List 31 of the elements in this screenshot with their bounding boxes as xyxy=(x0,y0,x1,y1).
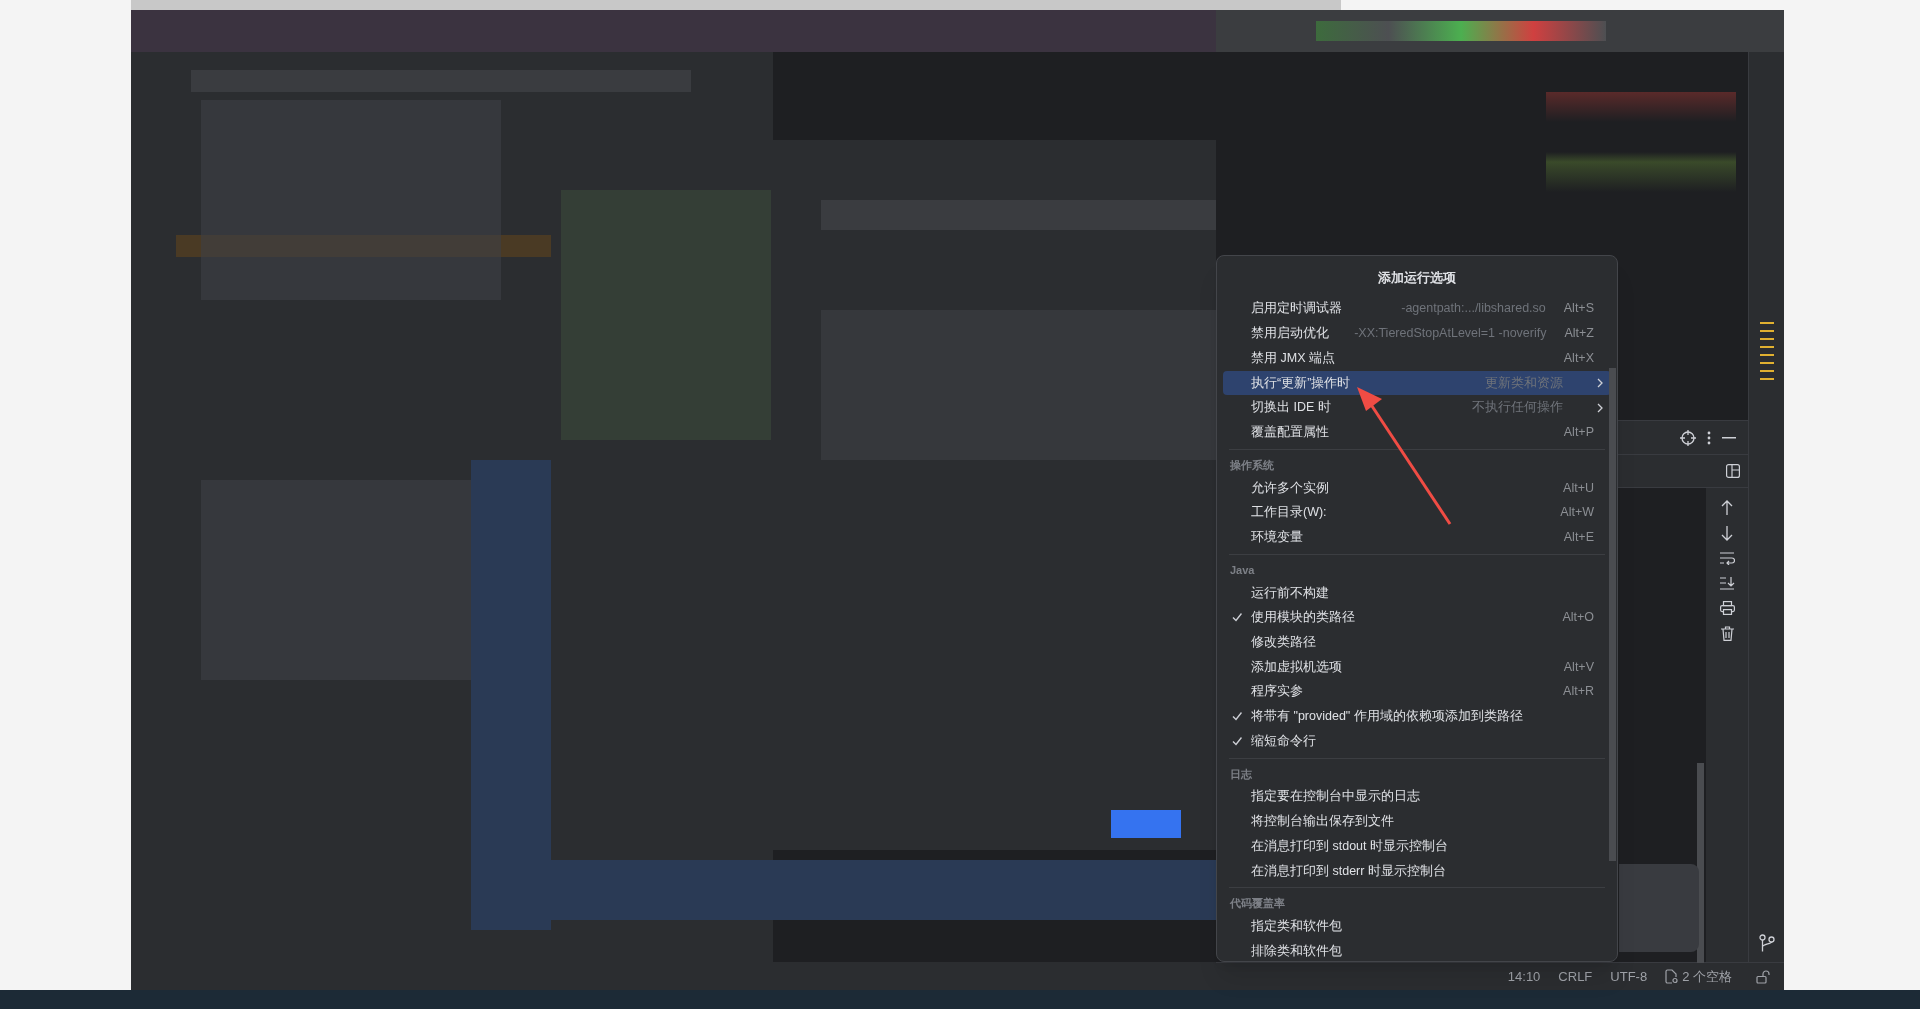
menu-item[interactable]: 指定类和软件包 xyxy=(1223,914,1611,939)
status-item[interactable]: CRLF xyxy=(1558,966,1593,987)
menu-item[interactable]: 工作目录(W): Alt+W xyxy=(1223,500,1611,525)
menu-item[interactable]: 排除类和软件包 xyxy=(1223,938,1611,961)
menu-item[interactable]: 允许多个实例 Alt+U xyxy=(1223,475,1611,501)
section-heading: 日志 xyxy=(1230,766,1253,782)
menu-item[interactable]: 将控制台输出保存到文件 xyxy=(1223,809,1611,834)
status-item[interactable]: 14:10 xyxy=(1507,966,1541,987)
section-heading: Java xyxy=(1230,562,1256,578)
indent-button[interactable]: 2 个空格 xyxy=(1665,966,1732,987)
menu-item[interactable]: 使用模块的类路径 Alt+O xyxy=(1223,605,1611,631)
menu-item[interactable]: 禁用启动优化 -XX:TieredStopAtLevel=1 -noverify Alt+Z xyxy=(1223,321,1611,346)
menu-item[interactable]: 添加虚拟机选项 Alt+V xyxy=(1223,654,1611,680)
menu-item[interactable]: 指定要在控制台中显示的日志 xyxy=(1223,784,1611,810)
menu-item[interactable]: 环境变量 Alt+E xyxy=(1223,525,1611,550)
menu-item[interactable]: 禁用 JMX 端点 Alt+X xyxy=(1223,345,1611,371)
menu-item[interactable]: 运行前不构建 xyxy=(1223,580,1611,606)
menu-item[interactable]: 切换出 IDE 时 不执行任何操作 xyxy=(1223,395,1611,420)
section-heading: 代码覆盖率 xyxy=(1230,896,1286,912)
menu-item[interactable]: 在消息打印到 stdout 时显示控制台 xyxy=(1223,833,1611,859)
menu-item[interactable]: 缩短命令行 xyxy=(1223,728,1611,754)
menu-item[interactable]: 启用定时调试器 -agentpath:.../libshared.so Alt+S xyxy=(1223,296,1611,322)
menu-item[interactable]: 覆盖配置属性 Alt+P xyxy=(1223,419,1611,445)
menu-item[interactable]: 执行“更新”操作时 更新类和资源 xyxy=(1223,370,1611,396)
status-item[interactable]: UTF-8 xyxy=(1610,966,1648,987)
menu-item[interactable]: 将带有 "provided" 作用域的依赖项添加到类路径 xyxy=(1223,704,1611,729)
section-heading: 操作系统 xyxy=(1230,457,1275,473)
menu-item[interactable]: 在消息打印到 stderr 时显示控制台 xyxy=(1223,858,1611,884)
menu-item[interactable]: 程序实参 Alt+R xyxy=(1223,679,1611,705)
menu-item[interactable]: 修改类路径 xyxy=(1223,630,1611,655)
menu-title: 添加运行选项 xyxy=(1377,269,1457,287)
